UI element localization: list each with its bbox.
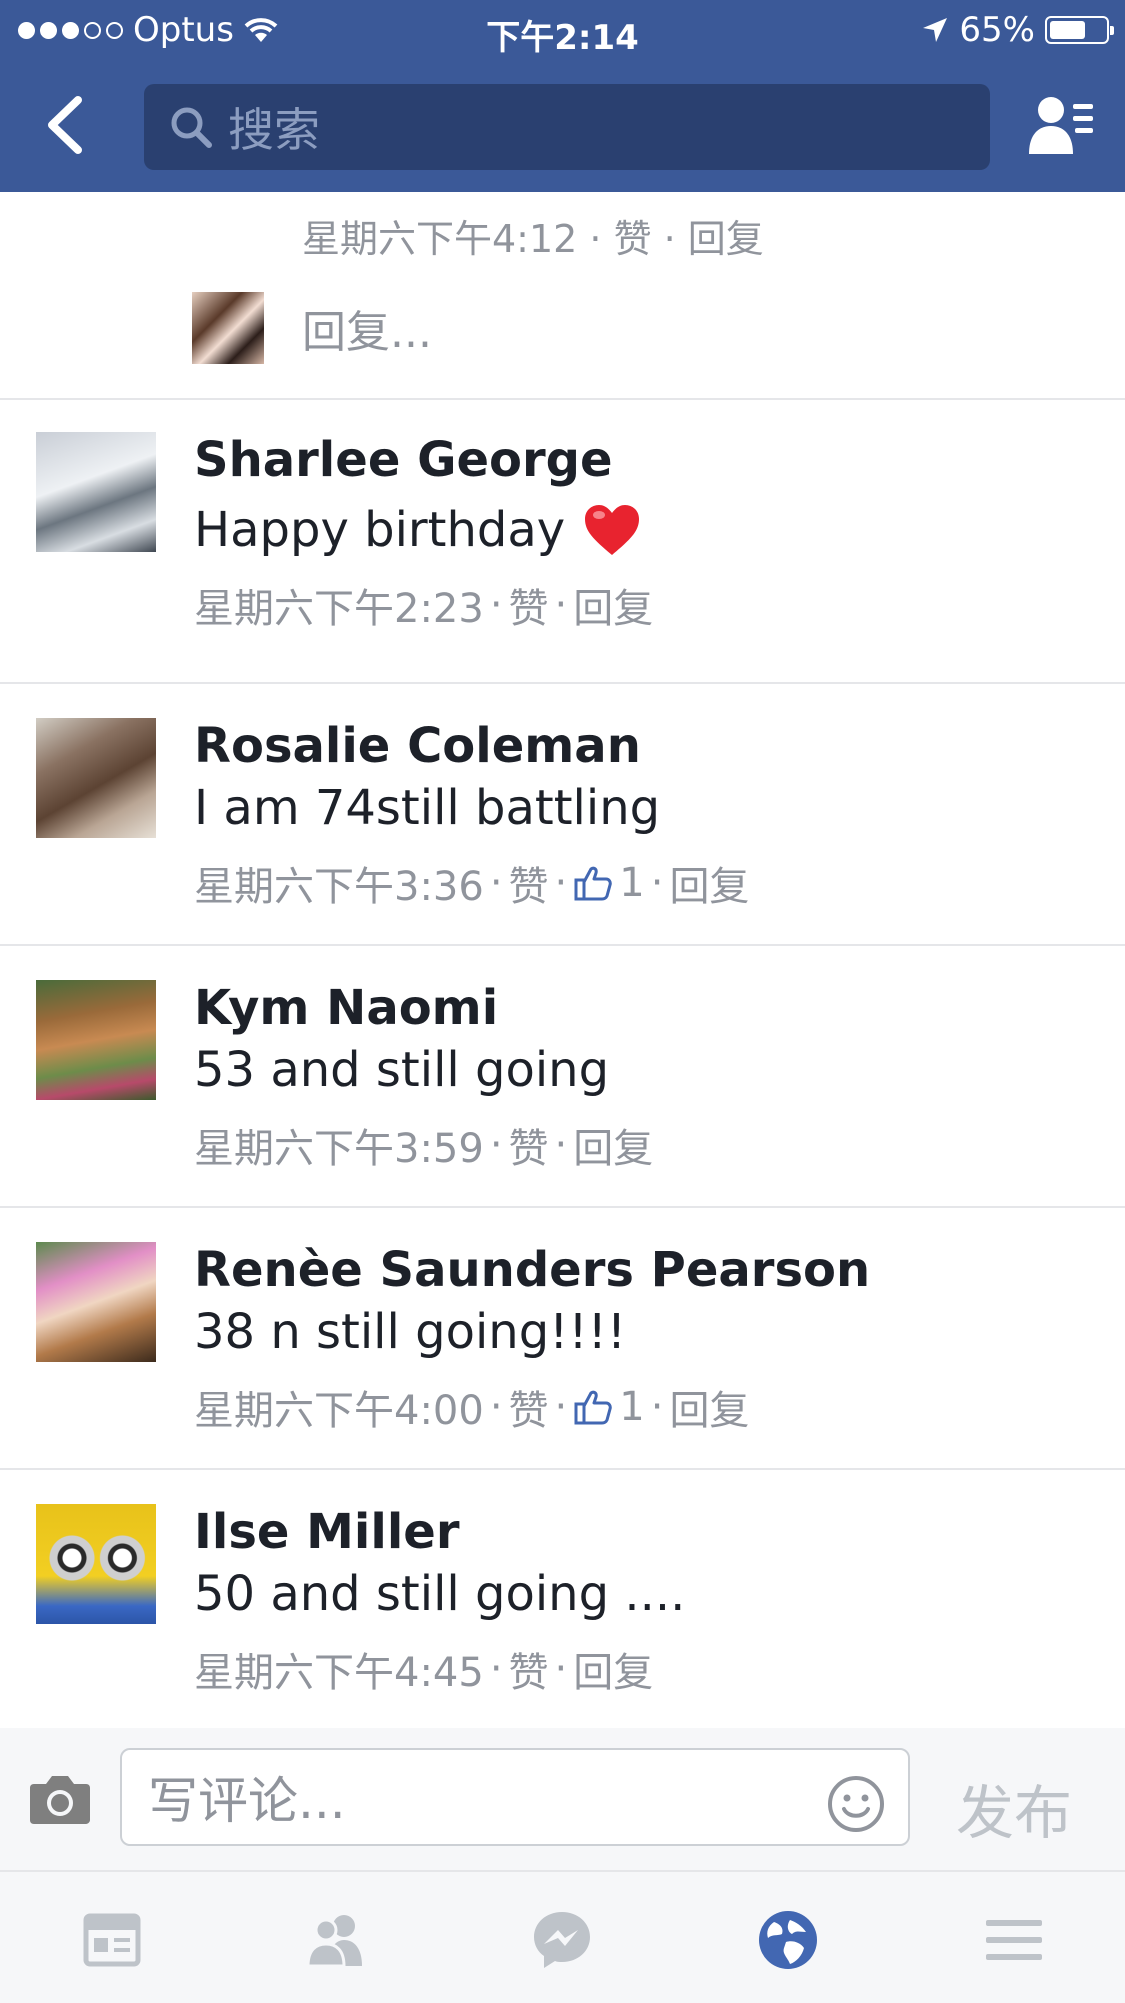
red-heart-icon — [585, 505, 640, 555]
search-input[interactable]: 搜索 — [144, 84, 990, 170]
commenter-name[interactable]: Renèe Saunders Pearson — [194, 1242, 870, 1298]
divider — [0, 1468, 1125, 1470]
emoji-smiley-icon[interactable] — [826, 1774, 886, 1834]
like-link[interactable]: 赞 — [509, 576, 549, 634]
comment-text: 38 n still going!!!! — [194, 1304, 627, 1360]
reply-link[interactable]: 回复 — [573, 1116, 653, 1174]
comment-text: 53 and still going — [194, 1042, 610, 1098]
thumbs-up-icon — [574, 1390, 613, 1425]
comment-meta: 星期六下午4:45 · 赞 · 回复 — [194, 1640, 685, 1698]
comment-meta: 星期六下午3:59 · 赞 · 回复 — [194, 1116, 653, 1174]
comment-meta: 星期六下午2:23 · 赞 · 回复 — [194, 576, 653, 634]
location-arrow-icon — [923, 18, 948, 42]
status-bar: Optus 下午2:14 65% — [0, 0, 1125, 62]
comment-input[interactable]: 写评论... — [120, 1748, 910, 1846]
divider — [0, 1206, 1125, 1208]
thumbs-up-icon — [574, 866, 613, 901]
commenter-name[interactable]: Sharlee George — [194, 432, 653, 488]
like-count[interactable]: 1 — [619, 1384, 644, 1430]
commenter-name[interactable]: Rosalie Coleman — [194, 718, 749, 774]
comment-meta: 星期六下午4:00 · 赞 · 1 · 回复 — [194, 1378, 870, 1436]
reply-link[interactable]: 回复 — [573, 576, 653, 634]
avatar[interactable] — [36, 432, 156, 552]
friend-requests-icon[interactable] — [1025, 90, 1097, 162]
avatar[interactable] — [36, 718, 156, 838]
menu-icon[interactable] — [982, 1908, 1046, 1972]
commenter-name[interactable]: Kym Naomi — [194, 980, 653, 1036]
comment-time: 星期六下午2:23 — [194, 586, 484, 632]
comment-time: 星期六下午4:45 — [194, 1650, 484, 1696]
top-nav-bar: 搜索 — [0, 62, 1125, 192]
comment-text: I am 74still battling — [194, 780, 661, 836]
comment-text: 50 and still going .... — [194, 1566, 686, 1622]
like-link[interactable]: 赞 — [509, 1640, 549, 1698]
reply-link[interactable]: 回复 — [573, 1640, 653, 1698]
avatar — [192, 292, 264, 364]
reply-link[interactable]: 回复 — [669, 1378, 749, 1436]
divider — [0, 682, 1125, 684]
battery-percent: 65% — [959, 10, 1035, 50]
divider — [0, 398, 1125, 400]
post-button[interactable]: 发布 — [956, 1766, 1072, 1850]
comment-time: 星期六下午3:59 — [194, 1126, 484, 1172]
commenter-name[interactable]: Ilse Miller — [194, 1504, 685, 1560]
like-count[interactable]: 1 — [619, 860, 644, 906]
comment-composer: 写评论... 发布 — [0, 1728, 1125, 1870]
avatar[interactable] — [36, 1242, 156, 1362]
bottom-tab-bar — [0, 1870, 1125, 2003]
comment-time: 星期六下午4:00 — [194, 1388, 484, 1434]
comment-meta: 星期六下午3:36 · 赞 · 1 · 回复 — [194, 854, 749, 912]
search-icon — [171, 107, 212, 148]
camera-icon[interactable] — [28, 1770, 92, 1826]
reply-placeholder[interactable]: 回复... — [302, 296, 432, 360]
news-feed-icon[interactable] — [80, 1908, 144, 1972]
search-placeholder: 搜索 — [228, 103, 320, 157]
avatar[interactable] — [36, 980, 156, 1100]
like-link[interactable]: 赞 — [509, 854, 549, 912]
friends-icon[interactable] — [304, 1908, 368, 1972]
like-link[interactable]: 赞 — [509, 1378, 549, 1436]
back-icon[interactable] — [30, 82, 106, 168]
reply-link[interactable]: 回复 — [669, 854, 749, 912]
comment-text: Happy birthday — [194, 502, 566, 558]
messenger-icon[interactable] — [530, 1908, 594, 1972]
avatar[interactable] — [36, 1504, 156, 1624]
reply-composer-row[interactable]: 回复... — [192, 292, 432, 364]
divider — [0, 944, 1125, 946]
comment-placeholder: 写评论... — [148, 1772, 346, 1830]
battery-icon — [1045, 16, 1114, 44]
thread-meta: 星期六下午4:12 · 赞 · 回复 — [302, 217, 764, 261]
like-link[interactable]: 赞 — [509, 1116, 549, 1174]
notifications-globe-icon[interactable] — [756, 1908, 820, 1972]
comment-time: 星期六下午3:36 — [194, 864, 484, 910]
